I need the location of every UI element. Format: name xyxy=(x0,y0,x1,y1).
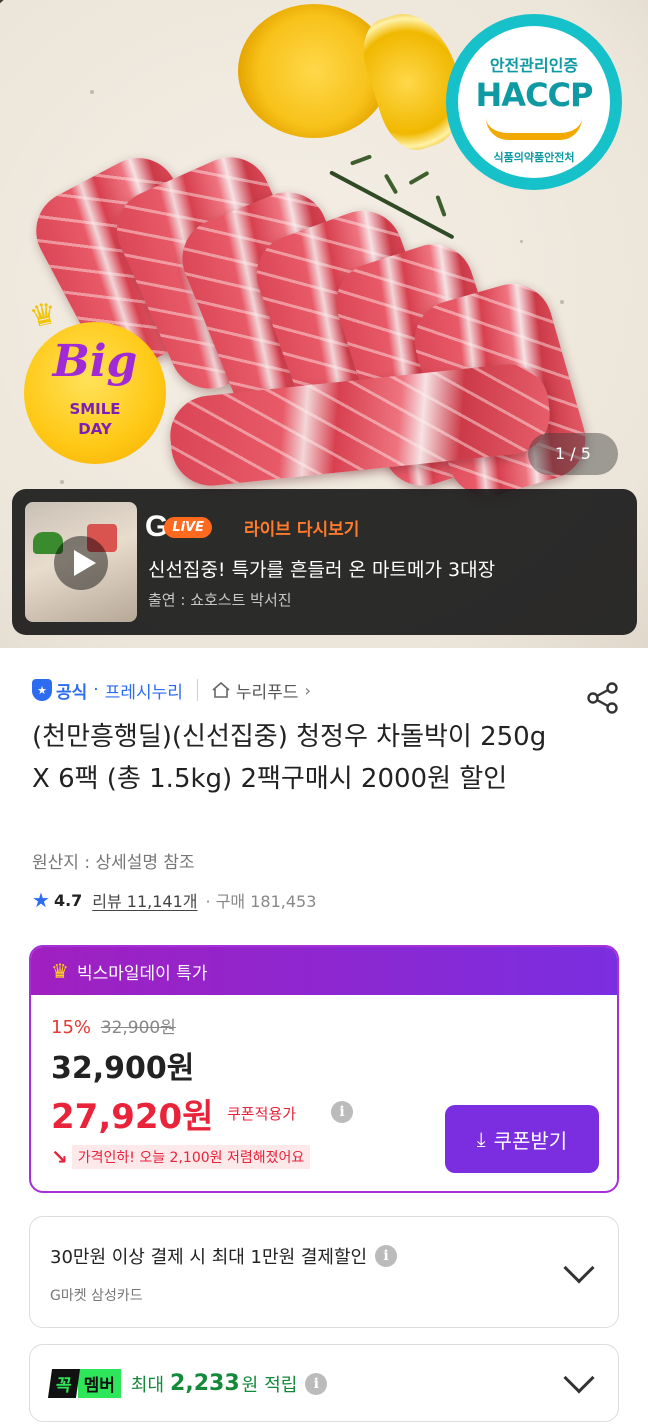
chevron-right-icon[interactable]: › xyxy=(304,681,310,700)
product-title: (천만흥행딜)(신선집중) 청정우 차돌박이 250g X 6팩 (총 1.5k… xyxy=(32,722,547,794)
review-link[interactable]: 리뷰 11,141개 xyxy=(92,888,197,912)
accrue-label: 적립 xyxy=(264,1374,298,1396)
card-discount-subtitle: G마켓 삼성카드 xyxy=(50,1288,143,1304)
haccp-top-text: 안전관리인증 xyxy=(489,56,579,75)
star-icon: ★ xyxy=(32,888,50,912)
haccp-smile-shape xyxy=(486,118,582,140)
seller-separator: · xyxy=(93,680,99,700)
membership-row: 꼭 멤버 최대 2,233 원 적립 i xyxy=(47,1369,328,1398)
live-thumbnail[interactable] xyxy=(25,502,137,622)
rating-score: 4.7 xyxy=(53,890,83,910)
discount-rate: 15% xyxy=(51,1017,92,1038)
price-box-header-text: 빅스마일데이 특가 xyxy=(76,963,208,984)
info-icon[interactable]: i xyxy=(375,1245,398,1267)
reward-unit: 원 xyxy=(241,1374,259,1396)
live-replay-banner[interactable]: G LiVE 라이브 다시보기 신선집중! 특가를 흔들러 온 마트메가 3대장… xyxy=(12,489,637,635)
speckle xyxy=(90,90,94,94)
live-title: 신선집중! 특가를 흔들러 온 마트메가 3대장 xyxy=(148,559,496,581)
image-page-counter: 1 / 5 xyxy=(528,433,618,475)
big-smile-day-badge: Big SMILE DAY xyxy=(24,322,166,464)
get-coupon-button[interactable]: ⤓ 쿠폰받기 xyxy=(445,1105,599,1173)
chevron-down-icon[interactable] xyxy=(563,1362,595,1394)
card-discount-panel[interactable]: 30만원 이상 결제 시 최대 1만원 결제할인 i G마켓 삼성카드 xyxy=(29,1216,619,1328)
crown-icon: ♛ xyxy=(51,959,69,983)
reward-amount: 2,233 xyxy=(170,1371,240,1396)
home-icon xyxy=(212,682,230,698)
price-drop-notice: ↘ 가격인하! 오늘 2,100원 저렴해졌어요 xyxy=(51,1145,311,1169)
down-arrow-icon: ↘ xyxy=(51,1145,68,1169)
price-box: ♛ 빅스마일데이 특가 15% 32,900원 32,900원 27,920원 … xyxy=(29,945,619,1193)
divider xyxy=(196,679,198,701)
brand-link[interactable]: 프레시누리 xyxy=(105,678,183,703)
official-shield-icon: ★ xyxy=(32,679,52,701)
official-label: 공식 xyxy=(56,682,88,703)
speckle xyxy=(560,300,564,304)
original-price: 32,900원 xyxy=(100,1018,176,1038)
big-smile-smile-text: SMILE xyxy=(69,400,121,418)
membership-badge-a: 꼭 xyxy=(47,1369,80,1398)
live-host: 출연 : 쇼호스트 박서진 xyxy=(148,591,292,609)
sale-price: 32,900원 xyxy=(51,1051,195,1086)
price-drop-text: 가격인하! 오늘 2,100원 저렴해졌어요 xyxy=(77,1150,305,1166)
product-image-carousel[interactable]: 안전관리인증 HACCP 식품의약품안전처 Big SMILE DAY ♛ 1 … xyxy=(0,0,648,648)
discount-row: 15% 32,900원 xyxy=(51,1013,176,1038)
origin-info: 원산지 : 상세설명 참조 xyxy=(32,853,195,873)
haccp-certification-badge: 안전관리인증 HACCP 식품의약품안전처 xyxy=(446,14,622,190)
g-live-logo: G LiVE xyxy=(145,510,213,543)
card-discount-title-row: 30만원 이상 결제 시 최대 1만원 결제할인 i xyxy=(50,1243,398,1269)
get-coupon-label: 쿠폰받기 xyxy=(493,1128,568,1153)
purchase-count: · 구매 181,453 xyxy=(205,892,317,911)
speckle xyxy=(520,240,523,243)
info-icon[interactable]: i xyxy=(331,1101,353,1123)
membership-reward-panel[interactable]: 꼭 멤버 최대 2,233 원 적립 i xyxy=(29,1344,619,1422)
haccp-bottom-text: 식품의약품안전처 xyxy=(493,151,575,164)
store-link[interactable]: 누리푸드 xyxy=(236,678,299,703)
chevron-down-icon[interactable] xyxy=(563,1252,595,1284)
big-smile-day-text: DAY xyxy=(78,420,112,438)
info-icon[interactable]: i xyxy=(305,1372,328,1395)
coupon-price: 27,920원 xyxy=(51,1097,214,1137)
max-label: 최대 xyxy=(130,1374,165,1396)
rating-row: ★ 4.7 리뷰 11,141개 · 구매 181,453 xyxy=(32,888,316,912)
price-box-header: ♛ 빅스마일데이 특가 xyxy=(31,947,617,995)
haccp-main-text: HACCP xyxy=(475,76,594,114)
play-icon[interactable] xyxy=(54,536,108,590)
card-discount-title: 30만원 이상 결제 시 최대 1만원 결제할인 xyxy=(50,1247,368,1268)
live-badge: LiVE xyxy=(164,516,213,538)
live-replay-label: 라이브 다시보기 xyxy=(244,520,360,540)
coupon-price-label: 쿠폰적용가 xyxy=(227,1105,297,1123)
seller-row: ★ 공식 · 프레시누리 누리푸드 › xyxy=(32,676,311,704)
share-icon[interactable] xyxy=(585,680,621,716)
membership-badge-b: 멤버 xyxy=(77,1369,121,1398)
big-smile-big-text: Big xyxy=(52,336,138,387)
speckle xyxy=(60,480,64,484)
download-icon: ⤓ xyxy=(476,1127,486,1151)
